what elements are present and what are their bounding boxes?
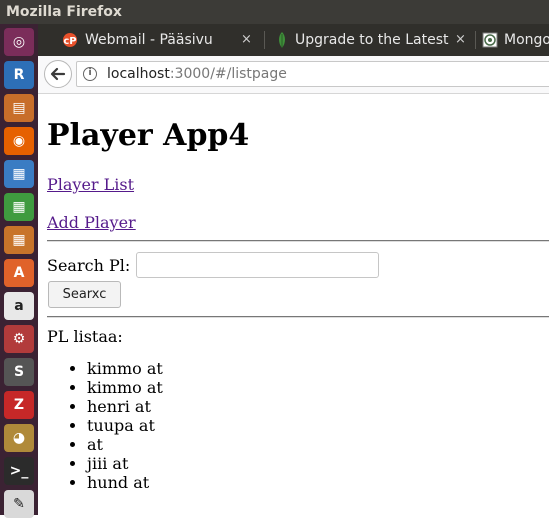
player-list-heading: PL listaa:	[47, 327, 123, 346]
player-list-item: kimmo at	[87, 359, 163, 378]
firefox-icon[interactable]: ◉	[4, 127, 34, 155]
cpanel-icon: cP	[63, 33, 77, 47]
text-editor-icon[interactable]: ✎	[4, 490, 34, 518]
url-path: :3000/#/listpage	[169, 66, 287, 82]
gimp-glyph: ◕	[12, 430, 26, 446]
player-list-item: kimmo at	[87, 378, 163, 397]
tab-strip: cP Webmail - Pääsivu × Upgrade to the La…	[38, 24, 549, 56]
player-list-item: tuupa at	[87, 416, 163, 435]
tab-mongo[interactable]: Mongo	[478, 24, 549, 56]
impress-glyph: ▦	[12, 232, 26, 248]
player-list-item: henri at	[87, 397, 163, 416]
close-tab-icon[interactable]: ×	[455, 24, 466, 56]
settings-glyph: ⚙	[12, 331, 26, 347]
calc-icon[interactable]: ▦	[4, 193, 34, 221]
mongo-globe-icon	[482, 32, 498, 48]
search-input[interactable]	[136, 252, 379, 278]
tab-upgrade[interactable]: Upgrade to the Latest ×	[268, 24, 468, 56]
site-info-icon[interactable]: i	[83, 67, 97, 81]
software-center-glyph: A	[13, 265, 25, 281]
search-button[interactable]: Searxc	[48, 281, 121, 308]
settings-icon[interactable]: ⚙	[4, 325, 34, 353]
back-button[interactable]	[44, 60, 72, 88]
divider	[47, 240, 549, 242]
add-player-link[interactable]: Add Player	[47, 213, 136, 232]
page-title: Player App4	[47, 118, 250, 153]
r-app-icon[interactable]: R	[4, 61, 34, 89]
navigation-bar: i localhost:3000/#/listpage	[38, 56, 549, 94]
player-list: kimmo atkimmo athenri attuupa atatjiii a…	[47, 359, 163, 492]
gimp-icon[interactable]: ◕	[4, 424, 34, 452]
files-icon[interactable]: ▤	[4, 94, 34, 122]
sublime-glyph: S	[13, 364, 25, 380]
impress-icon[interactable]: ▦	[4, 226, 34, 254]
firefox-glyph: ◉	[12, 133, 26, 149]
player-list-item: at	[87, 435, 163, 454]
terminal-glyph: >_	[9, 463, 29, 479]
tab-webmail[interactable]: cP Webmail - Pääsivu ×	[58, 24, 266, 56]
unity-launcher: ◎ R ▤ ◉ ▦ ▦ ▦ Aa ⚙ S Z ◕ >_ ✎	[0, 24, 38, 518]
player-list-item: hund at	[87, 473, 163, 492]
url-text[interactable]: localhost:3000/#/listpage	[107, 62, 287, 86]
amazon-glyph: a	[14, 298, 24, 314]
writer-icon[interactable]: ▦	[4, 160, 34, 188]
calc-glyph: ▦	[12, 199, 26, 215]
url-host: localhost	[107, 66, 170, 82]
dash-icon[interactable]: ◎	[4, 28, 34, 56]
tab-label: Webmail - Pääsivu	[85, 32, 213, 48]
files-glyph: ▤	[12, 100, 26, 116]
filezilla-icon[interactable]: Z	[4, 391, 34, 419]
r-app-glyph: R	[13, 67, 25, 83]
search-label: Search Pl:	[47, 256, 131, 275]
window-title-bar: Mozilla Firefox	[0, 0, 549, 24]
tab-divider	[475, 31, 476, 49]
writer-glyph: ▦	[12, 166, 26, 182]
mongodb-leaf-icon	[279, 32, 285, 48]
divider	[47, 316, 549, 318]
url-bar[interactable]: i localhost:3000/#/listpage	[76, 61, 549, 87]
close-tab-icon[interactable]: ×	[241, 24, 252, 56]
filezilla-glyph: Z	[13, 397, 25, 413]
window-title: Mozilla Firefox	[6, 4, 122, 20]
svg-text:cP: cP	[63, 36, 76, 47]
player-list-item: jiii at	[87, 454, 163, 473]
sublime-icon[interactable]: S	[4, 358, 34, 386]
software-center-icon[interactable]: A	[4, 259, 34, 287]
amazon-icon[interactable]: a	[4, 292, 34, 320]
text-editor-glyph: ✎	[13, 496, 25, 512]
tab-label: Mongo	[504, 32, 549, 48]
player-list-link[interactable]: Player List	[47, 175, 134, 194]
back-arrow-icon	[50, 67, 66, 81]
terminal-icon[interactable]: >_	[4, 457, 34, 485]
dash-glyph: ◎	[12, 34, 26, 50]
page-content: Player App4 Player List Add Player Searc…	[38, 94, 549, 515]
tab-divider	[264, 31, 265, 49]
tab-label: Upgrade to the Latest	[295, 32, 449, 48]
